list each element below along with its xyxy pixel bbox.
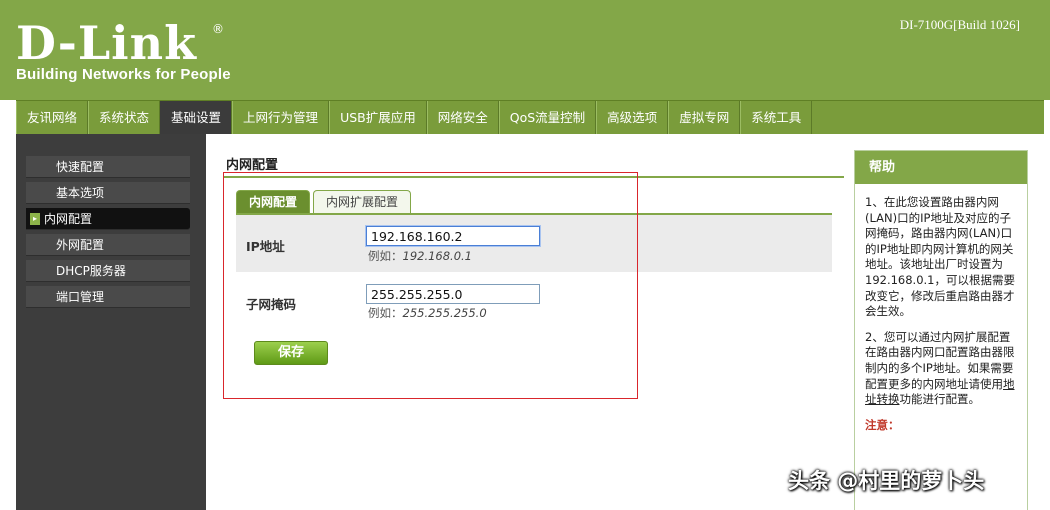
nav-item-system-tools[interactable]: 系统工具 [740,101,813,134]
page-title: 内网配置 [226,158,279,173]
sidebar-item-basic-options[interactable]: 基本选项 [26,182,190,204]
nav-item-network-security[interactable]: 网络安全 [426,101,499,134]
router-admin-window: D-Link ® Building Networks for People DI… [0,0,1050,510]
nav-item-basic-settings[interactable]: 基础设置 [160,101,233,134]
main-nav: 友讯网络 系统状态 基础设置 上网行为管理 USB扩展应用 网络安全 QoS流量… [16,100,1044,134]
header: D-Link ® Building Networks for People DI… [0,0,1050,100]
logo-wordmark: D-Link [16,16,197,70]
nav-item-behavior-management[interactable]: 上网行为管理 [232,101,330,134]
help-note-label: 注意： [865,417,900,432]
highlight-box [223,172,638,399]
help-text: 功能进行配置。 [899,392,981,407]
nav-item-usb-apps[interactable]: USB扩展应用 [329,101,427,134]
nav-item-advanced[interactable]: 高级选项 [596,101,669,134]
sidebar-item-lan-config[interactable]: ▸ 内网配置 [26,208,190,230]
nav-item-dlink-network[interactable]: 友讯网络 [16,101,89,134]
chevron-right-icon: ▸ [30,213,40,225]
sidebar-item-dhcp-server[interactable]: DHCP服务器 [26,260,190,282]
watermark: 头条 @村里的萝卜头 [788,469,985,493]
help-paragraph-2: 2、您可以通过内网扩展配置在路由器内网口配置路由器限制内的多个IP地址。如果需要… [865,330,1017,408]
sidebar: 快速配置 基本选项 ▸ 内网配置 外网配置 DHCP服务器 端口管理 [16,134,206,510]
nav-item-qos[interactable]: QoS流量控制 [498,101,597,134]
sidebar-item-port-management[interactable]: 端口管理 [26,286,190,308]
help-paragraph-1: 1、在此您设置路由器内网(LAN)口的IP地址及对应的子网掩码，路由器内网(LA… [865,195,1015,319]
help-text: 2、您可以通过内网扩展配置在路由器内网口配置路由器限制内的多个IP地址。如果需要… [865,329,1015,391]
help-panel: 帮助 1、在此您设置路由器内网(LAN)口的IP地址及对应的子网掩码，路由器内网… [854,150,1028,510]
sidebar-item-label: 内网配置 [44,212,93,226]
model-build-label: DI-7100G[Build 1026] [899,17,1020,32]
logo-tagline: Building Networks for People [16,66,231,83]
sidebar-item-wan-config[interactable]: 外网配置 [26,234,190,256]
dlink-logo: D-Link ® Building Networks for People [16,18,231,83]
help-title: 帮助 [855,151,1027,184]
help-body: 1、在此您设置路由器内网(LAN)口的IP地址及对应的子网掩码，路由器内网(LA… [855,184,1027,433]
sidebar-item-quick-setup[interactable]: 快速配置 [26,156,190,178]
nav-item-vpn[interactable]: 虚拟专网 [668,101,741,134]
registered-mark: ® [212,22,224,36]
nav-item-system-status[interactable]: 系统状态 [88,101,161,134]
